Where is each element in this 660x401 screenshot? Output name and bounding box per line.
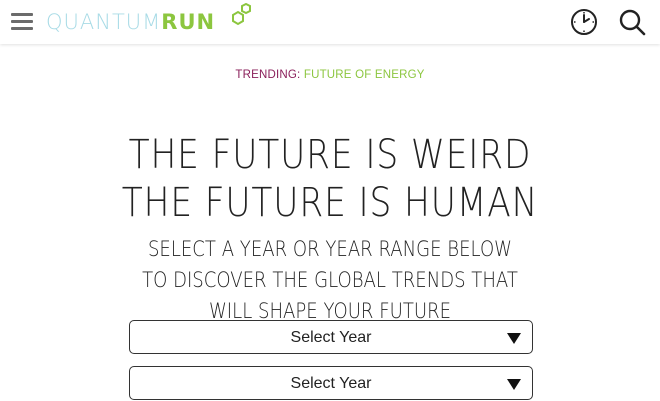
logo-text-quantum: QUANTUM xyxy=(46,10,162,34)
year-select-value: Select Year xyxy=(290,329,372,346)
hero-headline: THE FUTURE IS WEIRD THE FUTURE IS HUMAN xyxy=(46,131,614,227)
clock-icon[interactable] xyxy=(568,6,600,38)
caret-down-icon xyxy=(507,333,521,344)
logo-text-run: RUN xyxy=(161,10,216,34)
search-icon[interactable] xyxy=(616,6,648,38)
year-select-end[interactable]: Select Year xyxy=(129,366,533,400)
quantumrun-logo[interactable]: QUANTUM RUN xyxy=(46,3,251,39)
caret-down-icon xyxy=(507,379,521,390)
year-select-value: Select Year xyxy=(290,375,372,392)
trending-label: TRENDING: xyxy=(235,69,301,81)
intro-line-2: TO DISCOVER THE GLOBAL TRENDS THAT xyxy=(142,268,518,292)
intro-line-1: SELECT A YEAR OR YEAR RANGE BELOW xyxy=(147,237,513,261)
trending-bar: TRENDING: FUTURE OF ENERGY xyxy=(0,69,660,81)
intro-text: SELECT A YEAR OR YEAR RANGE BELOW TO DIS… xyxy=(46,234,614,327)
year-select-start[interactable]: Select Year xyxy=(129,320,533,354)
logo-hexagon-mark-icon xyxy=(232,3,251,26)
hero-line-2: THE FUTURE IS HUMAN xyxy=(121,180,539,226)
top-navigation-bar: QUANTUM RUN xyxy=(0,0,660,44)
hero-line-1: THE FUTURE IS WEIRD xyxy=(128,132,532,178)
hamburger-menu-icon[interactable] xyxy=(10,10,36,32)
trending-link[interactable]: FUTURE OF ENERGY xyxy=(304,69,425,81)
